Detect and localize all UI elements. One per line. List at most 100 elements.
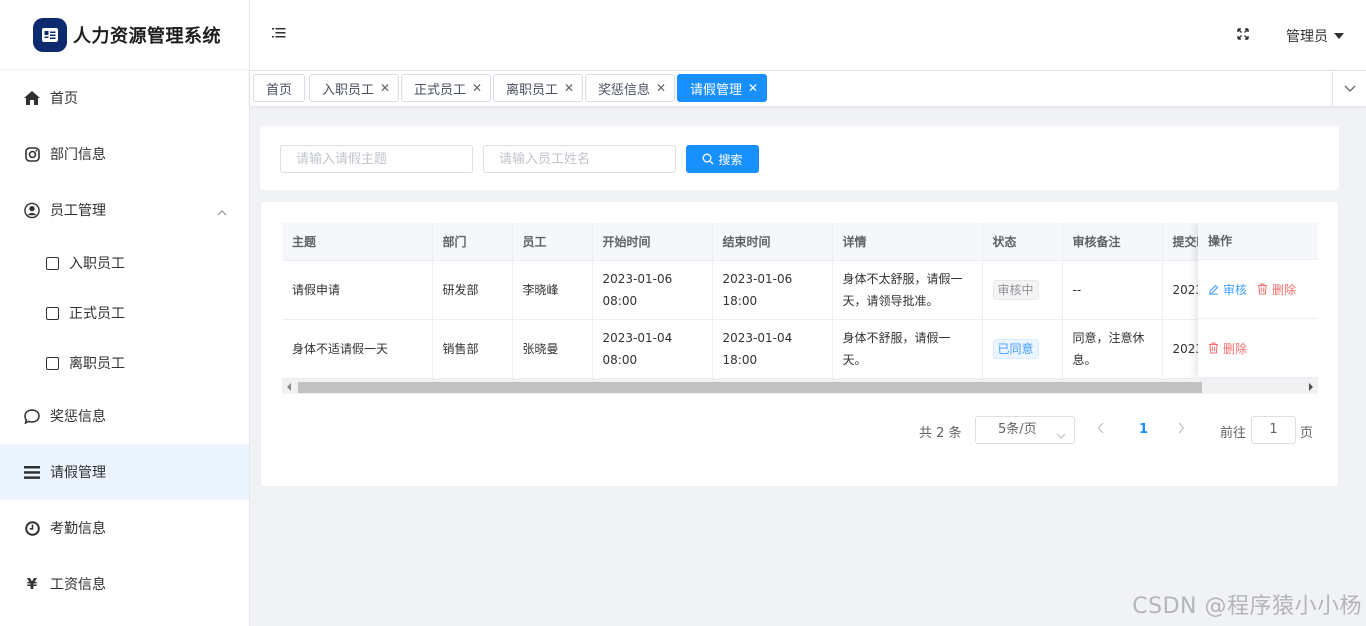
edit-icon xyxy=(1209,284,1219,295)
tab-label: 入职员工 xyxy=(322,82,375,98)
scroll-left-icon[interactable] xyxy=(287,383,291,391)
delete-label: 删除 xyxy=(1223,341,1248,356)
sidebar-item-attendance[interactable]: 考勤信息 xyxy=(0,500,249,556)
tabs-more-button[interactable] xyxy=(1332,71,1366,106)
table-row: 请假申请 研发部 李晓峰 2023-01-06 08:00 2023-01-06… xyxy=(282,260,1318,320)
prev-page-button[interactable] xyxy=(1097,422,1105,438)
col-end: 结束时间 xyxy=(712,223,833,261)
tab-resigned[interactable]: 离职员工 ✕ xyxy=(493,74,584,102)
sidebar-item-department[interactable]: 部门信息 xyxy=(0,126,249,182)
status-badge: 已同意 xyxy=(992,338,1039,359)
table-row: 身体不适请假一天 销售部 张晓曼 2023-01-04 08:00 2023-0… xyxy=(282,319,1318,379)
col-detail: 详情 xyxy=(832,223,983,261)
trash-icon xyxy=(1258,283,1268,295)
cell-end: 2023-01-06 18:00 xyxy=(712,260,833,320)
tab-leave[interactable]: 请假管理 ✕ xyxy=(677,74,768,102)
cell-subject: 请假申请 xyxy=(282,260,433,320)
tab-label: 正式员工 xyxy=(414,82,467,98)
top-header: 管理员 xyxy=(250,0,1366,71)
sidebar-item-leave[interactable]: 请假管理 xyxy=(0,444,249,500)
sidebar-item-employee-mgmt[interactable]: 员工管理 xyxy=(0,182,249,238)
col-status: 状态 xyxy=(982,223,1063,261)
subject-search-input[interactable] xyxy=(280,145,473,173)
col-dept: 部门 xyxy=(432,223,513,261)
chevron-down-icon xyxy=(1344,81,1356,96)
app-title: 人力资源管理系统 xyxy=(73,25,221,47)
sidebar-item-label: 入职员工 xyxy=(69,256,125,272)
leave-table: 主题 部门 员工 开始时间 结束时间 详情 状态 审核备注 提交时间 请假申请 … xyxy=(282,223,1318,394)
sidebar-item-label: 奖惩信息 xyxy=(50,409,106,425)
logo: 人力资源管理系统 xyxy=(0,0,249,70)
cell-detail: 身体不舒服，请假一天。 xyxy=(832,319,983,379)
review-button[interactable]: 审核 xyxy=(1208,281,1247,298)
close-icon[interactable]: ✕ xyxy=(472,81,482,95)
close-icon[interactable]: ✕ xyxy=(380,81,390,95)
pagination-total: 共 2 条 xyxy=(919,426,962,441)
horizontal-scrollbar[interactable] xyxy=(282,378,1318,394)
cell-remark: -- xyxy=(1062,260,1163,320)
clock-icon xyxy=(24,520,40,536)
bars-icon xyxy=(24,464,40,480)
square-icon xyxy=(46,356,59,370)
tab-label: 请假管理 xyxy=(690,82,743,98)
cell-remark: 同意，注意休息。 xyxy=(1062,319,1163,379)
search-button-label: 搜索 xyxy=(718,152,743,167)
cell-employee: 李晓峰 xyxy=(512,260,593,320)
chevron-left-icon xyxy=(1097,422,1104,434)
sidebar-item-label: 离职员工 xyxy=(69,356,125,372)
user-circle-icon xyxy=(24,202,40,218)
sidebar-item-home[interactable]: 首页 xyxy=(0,70,249,126)
delete-button[interactable]: 删除 xyxy=(1208,340,1247,357)
employee-search-input[interactable] xyxy=(483,145,676,173)
sidebar-item-label: 正式员工 xyxy=(69,306,125,322)
tab-label: 离职员工 xyxy=(506,82,559,98)
menu-toggle-icon[interactable] xyxy=(272,27,286,43)
chevron-up-icon xyxy=(217,204,227,220)
search-button[interactable]: 搜索 xyxy=(686,145,759,173)
tab-rewards[interactable]: 奖惩信息 ✕ xyxy=(585,74,676,102)
sidebar-subitem-resigned[interactable]: 离职员工 xyxy=(0,338,249,388)
col-employee: 员工 xyxy=(512,223,593,261)
sidebar-subitem-onboarding[interactable]: 入职员工 xyxy=(0,238,249,288)
sidebar-item-label: 员工管理 xyxy=(50,203,106,219)
close-icon[interactable]: ✕ xyxy=(564,81,574,95)
sidebar-item-rewards[interactable]: 奖惩信息 xyxy=(0,388,249,444)
square-icon xyxy=(46,256,59,270)
sidebar-item-salary[interactable]: ¥ 工资信息 xyxy=(0,556,249,612)
next-page-button[interactable] xyxy=(1177,422,1185,438)
scrollbar-thumb[interactable] xyxy=(298,382,1202,393)
page-size-value: 5条/页 xyxy=(998,422,1037,437)
col-start: 开始时间 xyxy=(592,223,713,261)
col-remark: 审核备注 xyxy=(1062,223,1163,261)
sidebar-item-label: 请假管理 xyxy=(50,465,106,481)
chevron-down-icon xyxy=(1056,423,1066,449)
table-header-row: 主题 部门 员工 开始时间 结束时间 详情 状态 审核备注 提交时间 xyxy=(282,223,1318,261)
page-number-current[interactable]: 1 xyxy=(1139,422,1148,437)
page-suffix: 页 xyxy=(1300,426,1314,441)
user-name: 管理员 xyxy=(1286,29,1328,45)
close-icon[interactable]: ✕ xyxy=(748,81,758,95)
tab-home[interactable]: 首页 xyxy=(253,74,306,102)
fullscreen-icon[interactable] xyxy=(1237,28,1249,44)
id-card-icon xyxy=(33,17,67,52)
cell-employee: 张晓曼 xyxy=(512,319,593,379)
tab-onboarding[interactable]: 入职员工 ✕ xyxy=(309,74,400,102)
actions-row: 审核 删除 xyxy=(1198,260,1318,319)
col-actions: 操作 xyxy=(1198,223,1318,260)
trash-icon xyxy=(1209,342,1218,354)
close-icon[interactable]: ✕ xyxy=(656,81,666,95)
cell-start: 2023-01-04 08:00 xyxy=(592,319,713,379)
goto-page-input[interactable]: 1 xyxy=(1251,416,1296,444)
page-size-select[interactable]: 5条/页 xyxy=(975,416,1075,444)
search-icon xyxy=(703,153,714,165)
user-dropdown[interactable]: 管理员 xyxy=(1286,26,1344,46)
table-card: 主题 部门 员工 开始时间 结束时间 详情 状态 审核备注 提交时间 请假申请 … xyxy=(260,201,1339,487)
chevron-right-icon xyxy=(1178,422,1185,434)
scroll-right-icon[interactable] xyxy=(1309,383,1313,391)
sidebar-item-label: 工资信息 xyxy=(50,577,106,593)
sidebar-subitem-regular[interactable]: 正式员工 xyxy=(0,288,249,338)
tab-regular[interactable]: 正式员工 ✕ xyxy=(401,74,492,102)
col-subject: 主题 xyxy=(282,223,433,261)
sidebar-item-label: 首页 xyxy=(50,91,78,107)
delete-button[interactable]: 删除 xyxy=(1257,281,1296,298)
